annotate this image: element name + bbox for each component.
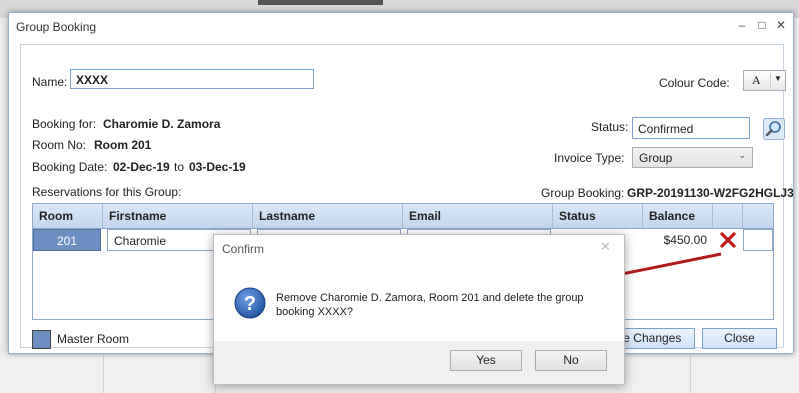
- close-icon[interactable]: ✕: [600, 239, 611, 255]
- dialog-title: Confirm: [222, 242, 265, 256]
- no-button[interactable]: No: [535, 350, 607, 371]
- question-icon: ?: [234, 287, 266, 319]
- dialog-message: Remove Charomie D. Zamora, Room 201 and …: [276, 292, 584, 318]
- yes-button[interactable]: Yes: [450, 350, 522, 371]
- svg-text:?: ?: [244, 293, 256, 315]
- confirm-dialog: Confirm ✕ ? Remove Charomie D. Zamora, R…: [213, 234, 625, 385]
